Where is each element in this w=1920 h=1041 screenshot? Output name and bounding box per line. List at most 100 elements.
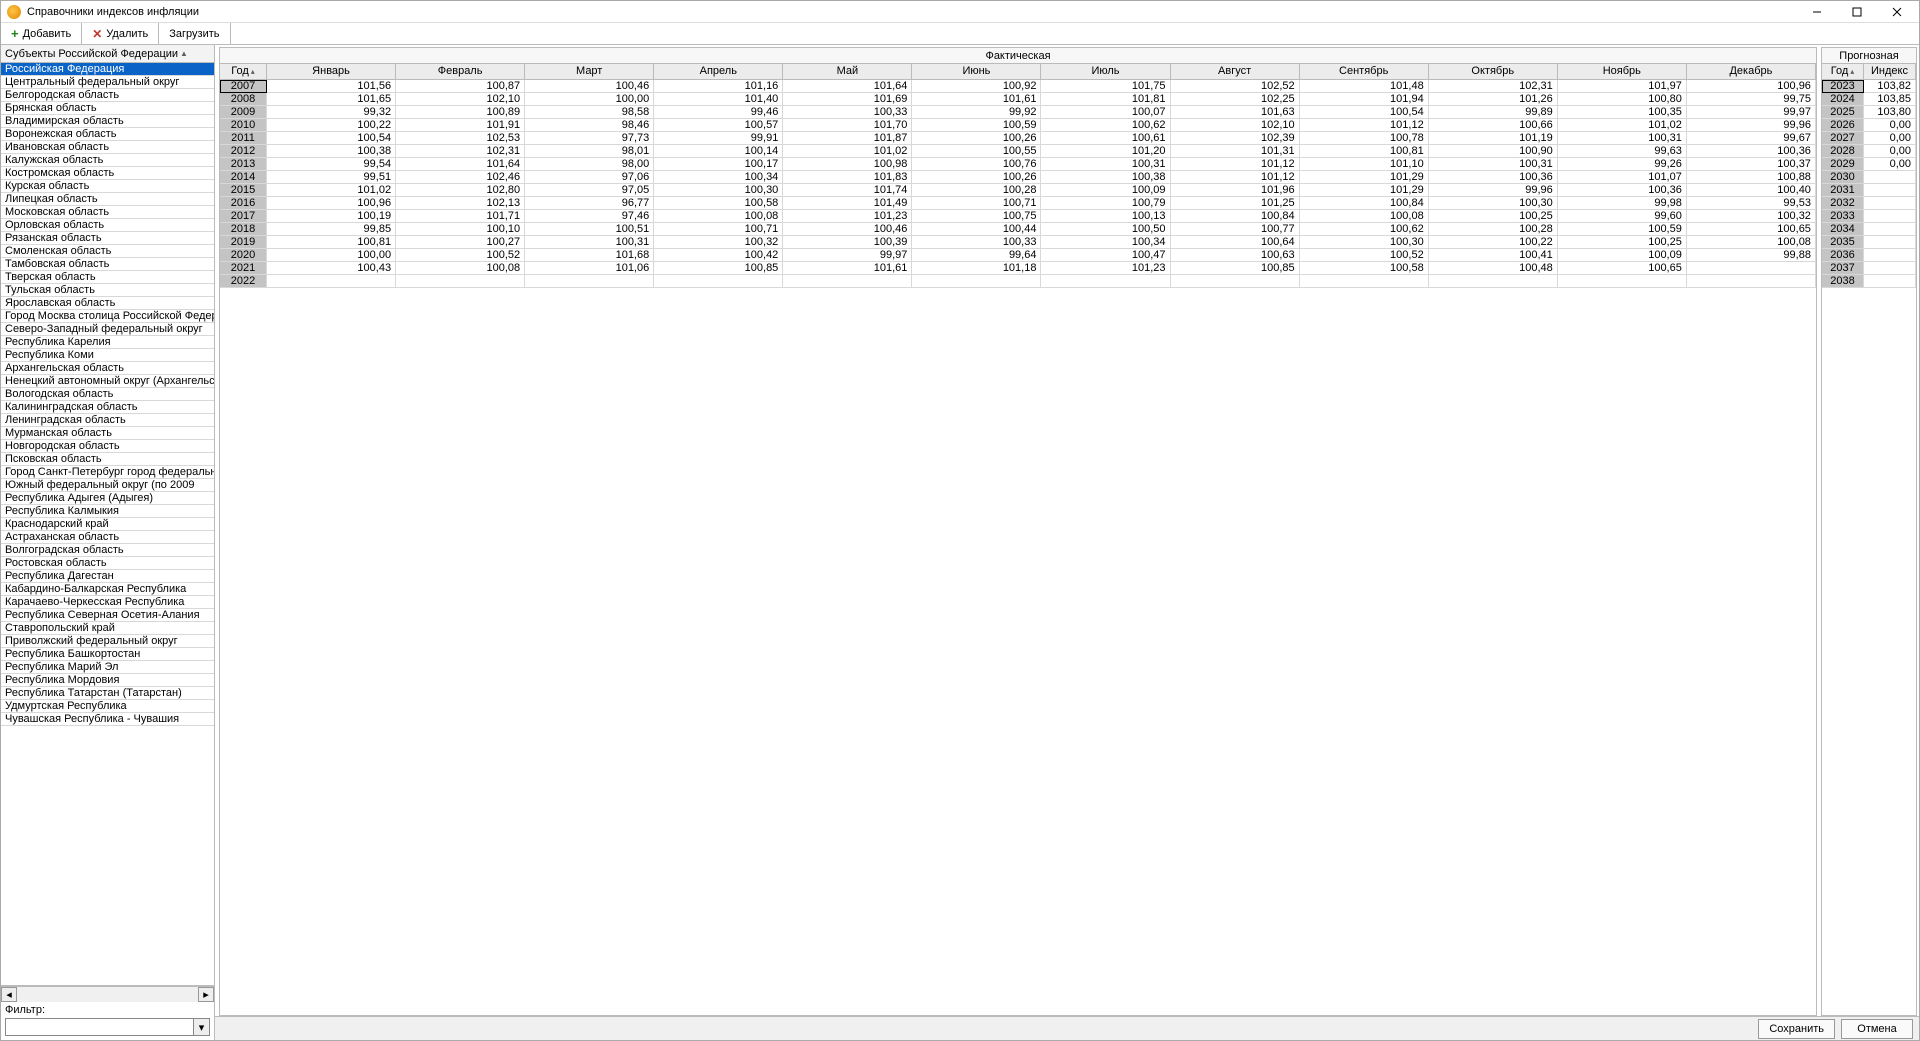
value-cell[interactable]: 100,55: [912, 145, 1041, 158]
value-cell[interactable]: 99,97: [783, 249, 912, 262]
value-cell[interactable]: 100,54: [1300, 106, 1429, 119]
minimize-button[interactable]: [1797, 1, 1837, 22]
list-item[interactable]: Белгородская область: [1, 89, 214, 102]
value-cell[interactable]: 102,10: [1171, 119, 1300, 132]
table-row[interactable]: 2030: [1822, 171, 1916, 184]
value-cell[interactable]: [396, 275, 525, 288]
list-item[interactable]: Рязанская область: [1, 232, 214, 245]
list-item[interactable]: Удмуртская Республика: [1, 700, 214, 713]
value-cell[interactable]: 101,64: [783, 80, 912, 93]
list-item[interactable]: Мурманская область: [1, 427, 214, 440]
list-item[interactable]: Южный федеральный округ (по 2009: [1, 479, 214, 492]
month-header[interactable]: Январь: [267, 64, 396, 79]
index-cell[interactable]: 0,00: [1864, 132, 1916, 145]
value-cell[interactable]: 101,29: [1300, 184, 1429, 197]
value-cell[interactable]: 100,46: [525, 80, 654, 93]
value-cell[interactable]: 100,30: [1300, 236, 1429, 249]
list-item[interactable]: Курская область: [1, 180, 214, 193]
prog-index-header[interactable]: Индекс: [1864, 64, 1916, 79]
value-cell[interactable]: 100,25: [1558, 236, 1687, 249]
value-cell[interactable]: 101,83: [783, 171, 912, 184]
value-cell[interactable]: 99,32: [267, 106, 396, 119]
value-cell[interactable]: 100,76: [912, 158, 1041, 171]
list-item[interactable]: Смоленская область: [1, 245, 214, 258]
value-cell[interactable]: 101,23: [1041, 262, 1170, 275]
value-cell[interactable]: 100,33: [783, 106, 912, 119]
list-item[interactable]: Карачаево-Черкесская Республика: [1, 596, 214, 609]
table-row[interactable]: 2010100,22101,9198,46100,57101,70100,591…: [220, 119, 1816, 132]
index-cell[interactable]: [1864, 171, 1916, 184]
value-cell[interactable]: 99,67: [1687, 132, 1816, 145]
table-row[interactable]: 201499,51102,4697,06100,34101,83100,2610…: [220, 171, 1816, 184]
value-cell[interactable]: 101,02: [267, 184, 396, 197]
value-cell[interactable]: 100,85: [1171, 262, 1300, 275]
prog-grid[interactable]: 2023103,822024103,852025103,8020260,0020…: [1822, 80, 1916, 1015]
list-item[interactable]: Республика Адыгея (Адыгея): [1, 492, 214, 505]
value-cell[interactable]: 100,57: [654, 119, 783, 132]
value-cell[interactable]: 100,52: [396, 249, 525, 262]
index-cell[interactable]: [1864, 223, 1916, 236]
list-item[interactable]: Центральный федеральный округ: [1, 76, 214, 89]
value-cell[interactable]: 102,31: [396, 145, 525, 158]
table-row[interactable]: 20270,00: [1822, 132, 1916, 145]
index-cell[interactable]: [1864, 275, 1916, 288]
index-cell[interactable]: 103,85: [1864, 93, 1916, 106]
value-cell[interactable]: 101,25: [1171, 197, 1300, 210]
list-item[interactable]: Тамбовская область: [1, 258, 214, 271]
month-header[interactable]: Март: [525, 64, 654, 79]
value-cell[interactable]: 98,58: [525, 106, 654, 119]
value-cell[interactable]: 100,31: [1558, 132, 1687, 145]
value-cell[interactable]: 100,42: [654, 249, 783, 262]
list-item[interactable]: Новгородская область: [1, 440, 214, 453]
table-row[interactable]: 2019100,81100,27100,31100,32100,39100,33…: [220, 236, 1816, 249]
value-cell[interactable]: 99,26: [1558, 158, 1687, 171]
table-row[interactable]: 2023103,82: [1822, 80, 1916, 93]
value-cell[interactable]: 100,81: [267, 236, 396, 249]
value-cell[interactable]: 100,36: [1429, 171, 1558, 184]
value-cell[interactable]: 101,19: [1429, 132, 1558, 145]
list-item[interactable]: Липецкая область: [1, 193, 214, 206]
value-cell[interactable]: 99,98: [1558, 197, 1687, 210]
value-cell[interactable]: 99,89: [1429, 106, 1558, 119]
list-item[interactable]: Вологодская область: [1, 388, 214, 401]
value-cell[interactable]: 102,46: [396, 171, 525, 184]
value-cell[interactable]: 102,31: [1429, 80, 1558, 93]
value-cell[interactable]: 101,06: [525, 262, 654, 275]
value-cell[interactable]: 101,29: [1300, 171, 1429, 184]
value-cell[interactable]: 100,39: [783, 236, 912, 249]
value-cell[interactable]: 100,62: [1300, 223, 1429, 236]
list-item[interactable]: Российская Федерация: [1, 63, 214, 76]
value-cell[interactable]: 100,96: [1687, 80, 1816, 93]
list-item[interactable]: Ставропольский край: [1, 622, 214, 635]
value-cell[interactable]: 101,10: [1300, 158, 1429, 171]
table-row[interactable]: 200999,32100,8998,5899,46100,3399,92100,…: [220, 106, 1816, 119]
value-cell[interactable]: 100,08: [654, 210, 783, 223]
value-cell[interactable]: 100,61: [1041, 132, 1170, 145]
value-cell[interactable]: 100,35: [1558, 106, 1687, 119]
value-cell[interactable]: 98,46: [525, 119, 654, 132]
value-cell[interactable]: [1429, 275, 1558, 288]
filter-combo[interactable]: ▾: [5, 1018, 210, 1036]
value-cell[interactable]: 101,56: [267, 80, 396, 93]
value-cell[interactable]: 99,96: [1687, 119, 1816, 132]
list-item[interactable]: Республика Татарстан (Татарстан): [1, 687, 214, 700]
list-item[interactable]: Республика Северная Осетия-Алания: [1, 609, 214, 622]
value-cell[interactable]: 101,64: [396, 158, 525, 171]
value-cell[interactable]: 101,70: [783, 119, 912, 132]
value-cell[interactable]: 100,31: [525, 236, 654, 249]
value-cell[interactable]: 100,30: [1429, 197, 1558, 210]
month-header[interactable]: Февраль: [396, 64, 525, 79]
list-item[interactable]: Орловская область: [1, 219, 214, 232]
value-cell[interactable]: 101,75: [1041, 80, 1170, 93]
value-cell[interactable]: [912, 275, 1041, 288]
month-header[interactable]: Апрель: [654, 64, 783, 79]
value-cell[interactable]: 99,97: [1687, 106, 1816, 119]
value-cell[interactable]: 99,51: [267, 171, 396, 184]
value-cell[interactable]: 98,01: [525, 145, 654, 158]
month-header[interactable]: Ноябрь: [1558, 64, 1687, 79]
value-cell[interactable]: 101,20: [1041, 145, 1170, 158]
table-row[interactable]: 2025103,80: [1822, 106, 1916, 119]
value-cell[interactable]: 101,63: [1171, 106, 1300, 119]
table-row[interactable]: 2035: [1822, 236, 1916, 249]
month-header[interactable]: Август: [1171, 64, 1300, 79]
